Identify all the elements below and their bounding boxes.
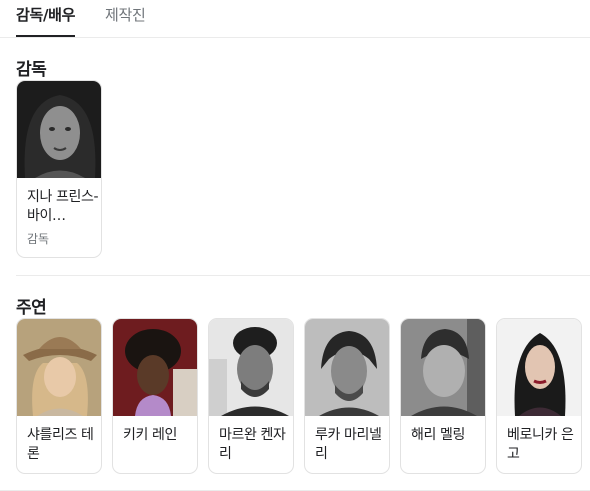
cast-card[interactable]: 키키 레인 xyxy=(112,318,198,474)
section-divider xyxy=(16,275,590,276)
cast-photo xyxy=(497,319,581,416)
director-role: 감독 xyxy=(27,232,50,246)
cast-photo xyxy=(209,319,293,416)
director-photo xyxy=(17,81,101,178)
cast-name: 베로니카 은고 xyxy=(507,427,574,462)
cast-name: 키키 레인 xyxy=(123,427,177,443)
cast-card[interactable]: 샤를리즈 테론 xyxy=(16,318,102,474)
tab-cast-director[interactable]: 감독/배우 xyxy=(16,4,75,37)
director-name: 지나 프린스-바이… xyxy=(27,189,99,224)
cast-card[interactable]: 해리 멜링 xyxy=(400,318,486,474)
cast-photo xyxy=(17,319,101,416)
director-section-title: 감독 xyxy=(16,60,47,80)
cast-section-title: 주연 xyxy=(16,298,47,318)
cast-name: 루카 마리넬리 xyxy=(315,427,382,462)
tab-bar: 감독/배우 제작진 xyxy=(0,0,590,38)
cast-card[interactable]: 마르완 켄자리 xyxy=(208,318,294,474)
cast-name: 샤를리즈 테론 xyxy=(27,427,94,462)
cast-name: 해리 멜링 xyxy=(411,427,465,443)
cast-photo xyxy=(113,319,197,416)
cast-photo xyxy=(305,319,389,416)
cast-photo xyxy=(401,319,485,416)
tab-crew[interactable]: 제작진 xyxy=(105,4,146,36)
director-card[interactable]: 지나 프린스-바이… 감독 xyxy=(16,80,102,258)
cast-card[interactable]: 베로니카 은고 xyxy=(496,318,582,474)
cast-card[interactable]: 루카 마리넬리 xyxy=(304,318,390,474)
cast-name: 마르완 켄자리 xyxy=(219,427,286,462)
